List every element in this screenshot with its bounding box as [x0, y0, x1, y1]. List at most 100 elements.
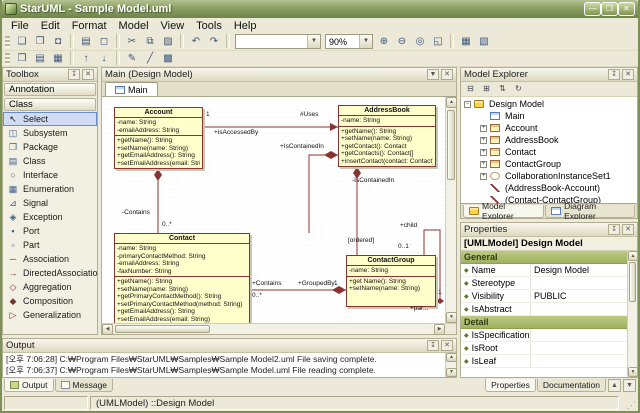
class-contact[interactable]: Contact -name: String-primaryContactMeth… — [114, 233, 250, 323]
operation-line[interactable]: +getContacts(): Contact[] — [341, 150, 433, 158]
open-file-icon[interactable]: ❐ — [31, 34, 49, 49]
association-label[interactable]: +IsContainedIn — [280, 143, 324, 150]
association-label[interactable]: 1 — [206, 111, 210, 118]
menu-edit[interactable]: Edit — [35, 20, 66, 32]
group-general[interactable]: ◆ General — [461, 251, 627, 264]
tab-diagram-explorer[interactable]: Diagram Explorer — [545, 205, 635, 218]
tool-association[interactable]: ─ Association — [3, 252, 97, 266]
sort-icon[interactable]: ⇅ — [495, 83, 510, 96]
attribute-line[interactable]: -primaryContactMethod: String — [117, 253, 247, 261]
operation-line[interactable]: +getName(): String — [117, 137, 200, 145]
format-style-icon[interactable]: ✎ — [123, 51, 141, 66]
addressbook-contact-aggregation[interactable] — [309, 155, 338, 233]
tool-port[interactable]: ▪ Port — [3, 224, 97, 238]
tool-enumeration[interactable]: ▦ Enumeration — [3, 182, 97, 196]
association-label[interactable]: +Contains — [252, 280, 281, 287]
maximize-button[interactable]: ❐ — [601, 2, 618, 16]
close-icon[interactable]: ✕ — [82, 69, 94, 80]
resize-grip-icon[interactable]: ⋰ — [621, 396, 636, 410]
grid-icon[interactable]: ▦ — [457, 34, 475, 49]
menu-view[interactable]: View — [155, 20, 191, 32]
scroll-track[interactable] — [113, 324, 434, 334]
save-icon[interactable]: ◘ — [49, 34, 67, 49]
operation-line[interactable]: +setName(name: String) — [349, 285, 433, 293]
zoom-combo[interactable]: 90% ▼ — [325, 34, 373, 49]
refresh-icon[interactable]: ↻ — [511, 83, 526, 96]
expand-toggle-icon[interactable]: + — [480, 149, 487, 156]
tree-contactgroup[interactable]: + ContactGroup — [461, 158, 637, 170]
association-label[interactable]: 0..* — [252, 292, 262, 299]
canvas-vertical-scrollbar[interactable]: ▲ ▼ — [445, 97, 456, 323]
scroll-thumb[interactable] — [447, 110, 455, 180]
tree-contact[interactable]: + Contact — [461, 146, 637, 158]
print-icon[interactable]: ▤ — [77, 34, 95, 49]
pin-icon[interactable]: ↧ — [608, 224, 620, 235]
tool-composition[interactable]: ◆ Composition — [3, 294, 97, 308]
expand-toggle-icon[interactable]: + — [480, 173, 487, 180]
canvas-horizontal-scrollbar[interactable]: ◀ ▶ — [102, 323, 456, 334]
undo-icon[interactable]: ↶ — [187, 34, 205, 49]
zoom-100-icon[interactable]: ◎ — [411, 34, 429, 49]
scroll-left-icon[interactable]: ◀ — [102, 324, 113, 335]
menu-file[interactable]: File — [5, 20, 35, 32]
tab-message[interactable]: Message — [55, 379, 114, 392]
zoom-out-icon[interactable]: ⊖ — [393, 34, 411, 49]
expand-all-icon[interactable]: ⊞ — [479, 83, 494, 96]
operation-line[interactable]: +getName(): String — [341, 128, 433, 136]
print-preview-icon[interactable]: ◻ — [95, 34, 113, 49]
association-label[interactable]: 1 — [438, 289, 442, 296]
attribute-line[interactable]: -name: String — [117, 119, 200, 127]
tool-directedassociation[interactable]: → DirectedAssociation — [3, 266, 97, 280]
operation-line[interactable]: +setPrimaryContactMethod(method: String) — [117, 301, 247, 309]
zoom-in-icon[interactable]: ⊕ — [375, 34, 393, 49]
attribute-line[interactable]: -name: String — [117, 245, 247, 253]
tool-subsystem[interactable]: ◫ Subsystem — [3, 126, 97, 140]
tool-select[interactable]: ↖ Select — [3, 112, 97, 126]
menu-format[interactable]: Format — [66, 20, 113, 32]
operation-line[interactable]: +getEmailAddress(): String — [117, 308, 247, 316]
close-icon[interactable]: ✕ — [441, 69, 453, 80]
titlebar[interactable]: StarUML - Sample Model.uml —❐✕ — [2, 0, 638, 18]
class-name[interactable]: Contact — [115, 234, 249, 244]
operation-line[interactable]: +setName(name: String) — [117, 286, 247, 294]
scroll-thumb[interactable] — [629, 262, 636, 302]
tree-addressbook[interactable]: + AddressBook — [461, 134, 637, 146]
prop-isroot[interactable]: ◆ IsRoot — [461, 342, 627, 355]
association-label[interactable]: +isAccessedBy — [214, 129, 258, 136]
operation-line[interactable]: +getPrimaryContactMethod(): String — [117, 293, 247, 301]
close-icon[interactable]: ✕ — [622, 69, 634, 80]
operation-line[interactable]: +getEmailAddress(): String — [117, 152, 200, 160]
class-name[interactable]: AddressBook — [339, 106, 435, 116]
class-contactgroup[interactable]: ContactGroup -name: String +get Name(): … — [346, 255, 436, 307]
tree-collaborationinstanceset1[interactable]: + CollaborationInstanceSet1 — [461, 170, 637, 182]
tab-documentation[interactable]: Documentation — [537, 379, 606, 392]
fill-color-icon[interactable]: ▩ — [159, 51, 177, 66]
element-combo[interactable]: ▼ — [235, 34, 321, 49]
output-scrollbar[interactable]: ▲ ▼ — [445, 353, 456, 377]
add-diagram-icon[interactable]: ▦ — [49, 51, 67, 66]
class-addressbook[interactable]: AddressBook -name: String +getName(): St… — [338, 105, 436, 167]
scroll-tabs-up-icon[interactable]: ▲ — [608, 379, 621, 392]
scroll-down-icon[interactable]: ▼ — [446, 368, 457, 377]
new-file-icon[interactable]: ❏ — [13, 34, 31, 49]
tool-generalization[interactable]: ▷ Generalization — [3, 308, 97, 322]
toolbox-group-annotation[interactable]: Annotation — [4, 83, 96, 96]
tree-account[interactable]: + Account — [461, 122, 637, 134]
tool-package[interactable]: ❒ Package — [3, 140, 97, 154]
paste-icon[interactable]: ▨ — [159, 34, 177, 49]
close-icon[interactable]: ✕ — [622, 224, 634, 235]
attribute-line[interactable]: -faxNumber: String — [117, 268, 247, 276]
scroll-tabs-down-icon[interactable]: ▼ — [623, 379, 636, 392]
toolbar-grip[interactable] — [5, 53, 10, 65]
tab-properties[interactable]: Properties — [485, 379, 536, 392]
minimize-button[interactable]: — — [584, 2, 601, 16]
scroll-track[interactable] — [446, 362, 456, 368]
add-package-icon[interactable]: ❒ — [13, 51, 31, 66]
association-label[interactable]: +GroupedBy — [298, 280, 335, 287]
association-label[interactable]: -IsContainedIn — [352, 177, 394, 184]
tree-design-model[interactable]: − Design Model — [461, 98, 637, 110]
collapse-all-icon[interactable]: ⊟ — [463, 83, 478, 96]
move-up-icon[interactable]: ↑ — [77, 51, 95, 66]
menu-model[interactable]: Model — [113, 20, 155, 32]
scroll-thumb[interactable] — [115, 325, 210, 333]
